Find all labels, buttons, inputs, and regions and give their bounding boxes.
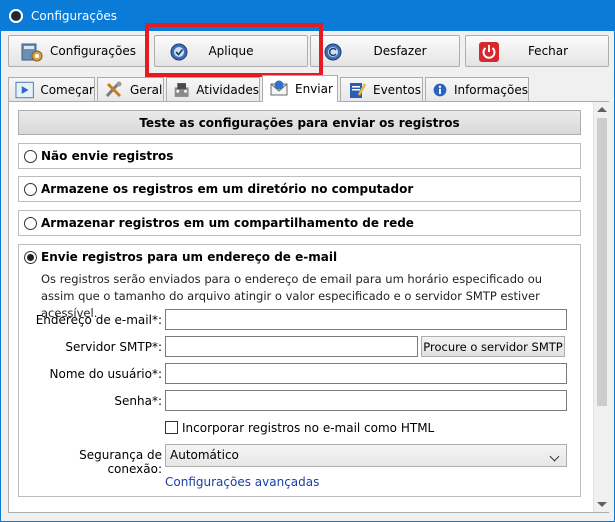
security-label: Segurança de conexão: [79,448,162,476]
username-label: Nome do usuário*: [49,367,162,381]
advanced-settings-link[interactable]: Configurações avançadas [165,475,319,489]
password-label: Senha*: [114,394,162,408]
scroll-down-icon[interactable] [597,502,607,507]
html-embed-label: Incorporar registros no e-mail como HTML [182,421,435,435]
option-label: Armazene os registros em um diretório no… [41,182,414,196]
tab-label: Geral [130,83,163,97]
password-field[interactable] [165,390,567,411]
option-label: Envie registros para um endereço de e-ma… [41,250,338,264]
smtp-server-label: Servidor SMTP*: [65,340,162,354]
highlight-annotation [145,23,323,77]
info-icon [433,83,447,97]
username-field[interactable] [165,363,567,384]
tab-informacoes[interactable]: Informações [425,77,529,102]
scrollbar-thumb[interactable] [597,118,607,406]
settings-icon [21,43,43,62]
tab-eventos[interactable]: Eventos [340,77,423,102]
settings-window: Configurações Configurações Aplique Desf… [0,0,615,522]
tools-icon [105,81,122,98]
close-button-label: Fechar [527,44,569,58]
radio-network-share[interactable] [24,217,37,230]
radio-local-directory[interactable] [24,183,37,196]
tab-enviar[interactable]: Enviar [262,75,338,102]
smtp-server-field[interactable] [165,336,418,357]
send-icon [270,80,288,96]
app-icon [9,9,23,23]
tab-label: Eventos [373,83,421,97]
settings-button-label: Configurações [50,44,136,58]
undo-icon [324,43,342,61]
email-address-label: Endereço de e-mail*: [35,313,162,327]
option-no-send[interactable]: Não envie registros [18,143,581,169]
window-title: Configurações [31,9,117,23]
events-icon [350,83,367,98]
undo-button[interactable]: Desfazer [310,35,460,67]
option-network-share[interactable]: Armazenar registros em um compartilhamen… [18,210,581,236]
chevron-down-icon [549,451,560,462]
tab-label: Começar [40,83,94,97]
tab-comecar[interactable]: Começar [8,77,95,102]
security-select[interactable]: Automático [165,444,567,467]
tab-label: Informações [453,83,528,97]
option-label: Não envie registros [41,149,174,163]
power-icon [479,42,499,62]
radio-email[interactable] [24,251,37,264]
activities-icon [174,83,189,97]
tab-label: Atividades [196,83,259,97]
email-address-field[interactable] [165,309,567,330]
radio-no-send[interactable] [24,150,37,163]
option-local-directory[interactable]: Armazene os registros em um diretório no… [18,176,581,202]
find-smtp-button[interactable]: Procure o servidor SMTP [421,336,565,357]
scroll-up-icon[interactable] [597,107,607,112]
tab-label: Enviar [295,82,333,96]
vertical-scrollbar[interactable] [593,102,610,512]
undo-button-label: Desfazer [373,44,427,58]
test-settings-button[interactable]: Teste as configurações para enviar os re… [18,110,581,135]
option-label: Armazenar registros em um compartilhamen… [41,216,414,230]
tab-geral[interactable]: Geral [97,77,164,102]
html-embed-checkbox[interactable] [165,421,178,434]
close-button[interactable]: Fechar [465,35,609,67]
settings-button[interactable]: Configurações [8,35,148,67]
play-icon [15,81,34,99]
security-value: Automático [170,448,239,462]
tab-atividades[interactable]: Atividades [166,77,260,102]
